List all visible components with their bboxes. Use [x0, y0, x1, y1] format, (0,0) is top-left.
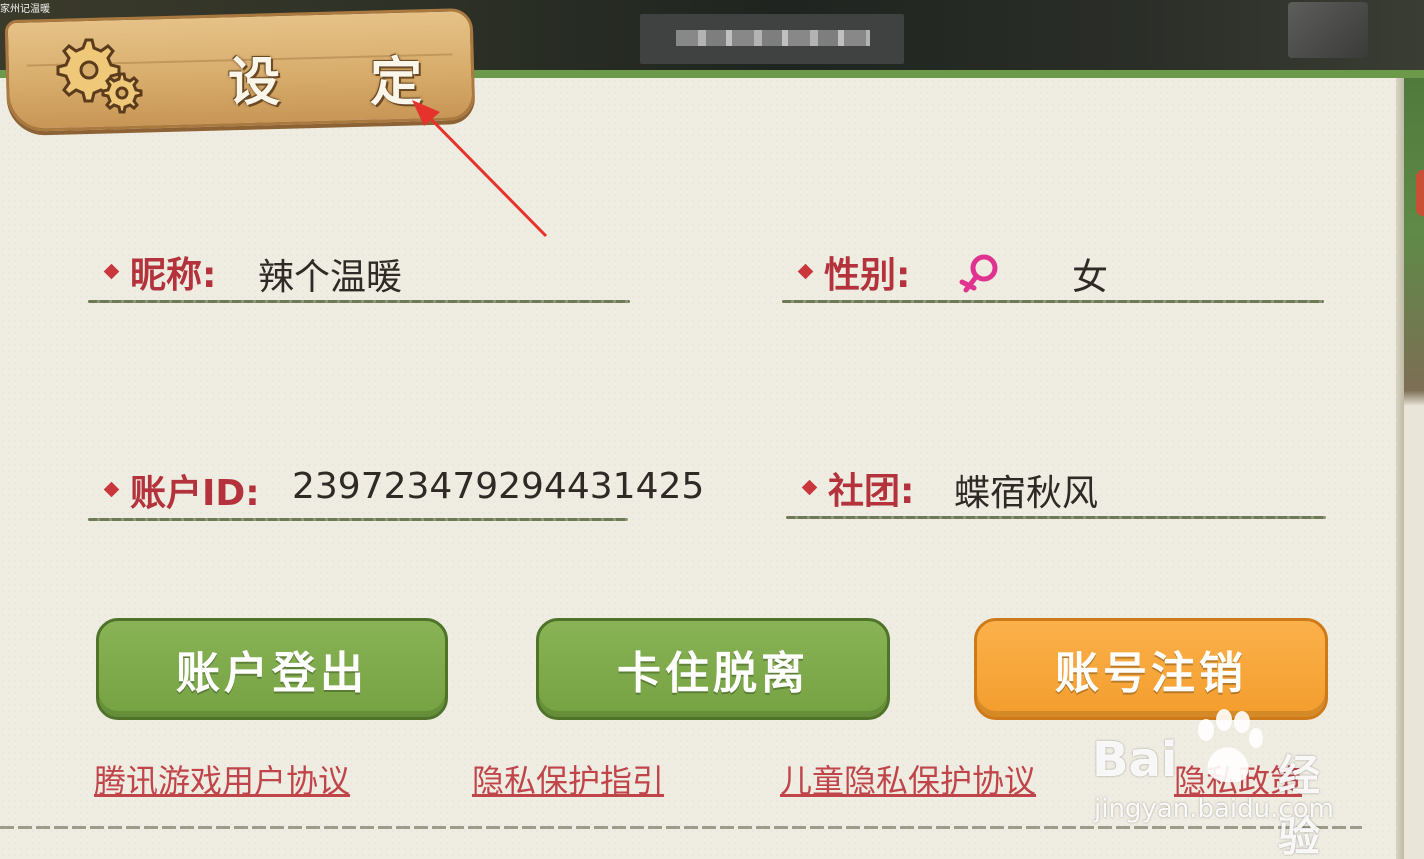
account-id-label: 账户ID:	[130, 473, 260, 514]
panel-edge	[1396, 78, 1404, 859]
account-id-value: 239723479294431425	[292, 466, 705, 507]
field-underline	[786, 516, 1326, 519]
nickname-value: 辣个温暖	[258, 257, 403, 298]
unstuck-button[interactable]: 卡住脱离	[536, 618, 890, 720]
gender-value: 女	[1072, 257, 1109, 298]
delete-account-button[interactable]: 账号注销	[974, 618, 1328, 720]
logout-button[interactable]: 账户登出	[96, 618, 448, 720]
watermark: Bai 经验 jingyan.baidu.com	[1092, 706, 1352, 859]
field-underline	[782, 300, 1324, 303]
game-settings-screen: 家州记温暖 设 定 昵称: 辣个温暖 性别: 女 账户ID: 239723479…	[0, 0, 1424, 859]
field-underline	[88, 300, 630, 303]
nickname-label: 昵称:	[130, 255, 217, 296]
user-agreement-link[interactable]: 腾讯游戏用户协议	[94, 756, 350, 802]
bullet-icon	[797, 263, 814, 280]
female-icon	[959, 254, 998, 293]
gear-icon	[56, 38, 143, 114]
gender-label: 性别:	[824, 255, 911, 296]
gender-field: 性别: 女	[782, 246, 1324, 306]
annotation-arrow-icon	[412, 100, 548, 238]
club-field: 社团: 蝶宿秋风	[786, 462, 1326, 522]
blurred-text	[676, 30, 870, 46]
field-underline	[88, 518, 628, 521]
watermark-brand: Bai	[1092, 732, 1178, 788]
account-id-field: 账户ID: 239723479294431425	[88, 464, 704, 524]
child-privacy-link[interactable]: 儿童隐私保护协议	[780, 756, 1036, 802]
watermark-url: jingyan.baidu.com	[1094, 794, 1334, 824]
bullet-icon	[103, 481, 120, 498]
paw-icon	[1198, 709, 1263, 783]
club-value: 蝶宿秋风	[954, 473, 1099, 514]
scene-prop	[1288, 2, 1368, 58]
privacy-guide-link[interactable]: 隐私保护指引	[472, 756, 664, 802]
bullet-icon	[103, 263, 120, 280]
club-label: 社团:	[828, 471, 915, 512]
scene-right-marker	[1416, 170, 1424, 216]
corner-caption: 家州记温暖	[0, 4, 50, 15]
bullet-icon	[801, 479, 818, 496]
nickname-field: 昵称: 辣个温暖	[88, 246, 630, 306]
